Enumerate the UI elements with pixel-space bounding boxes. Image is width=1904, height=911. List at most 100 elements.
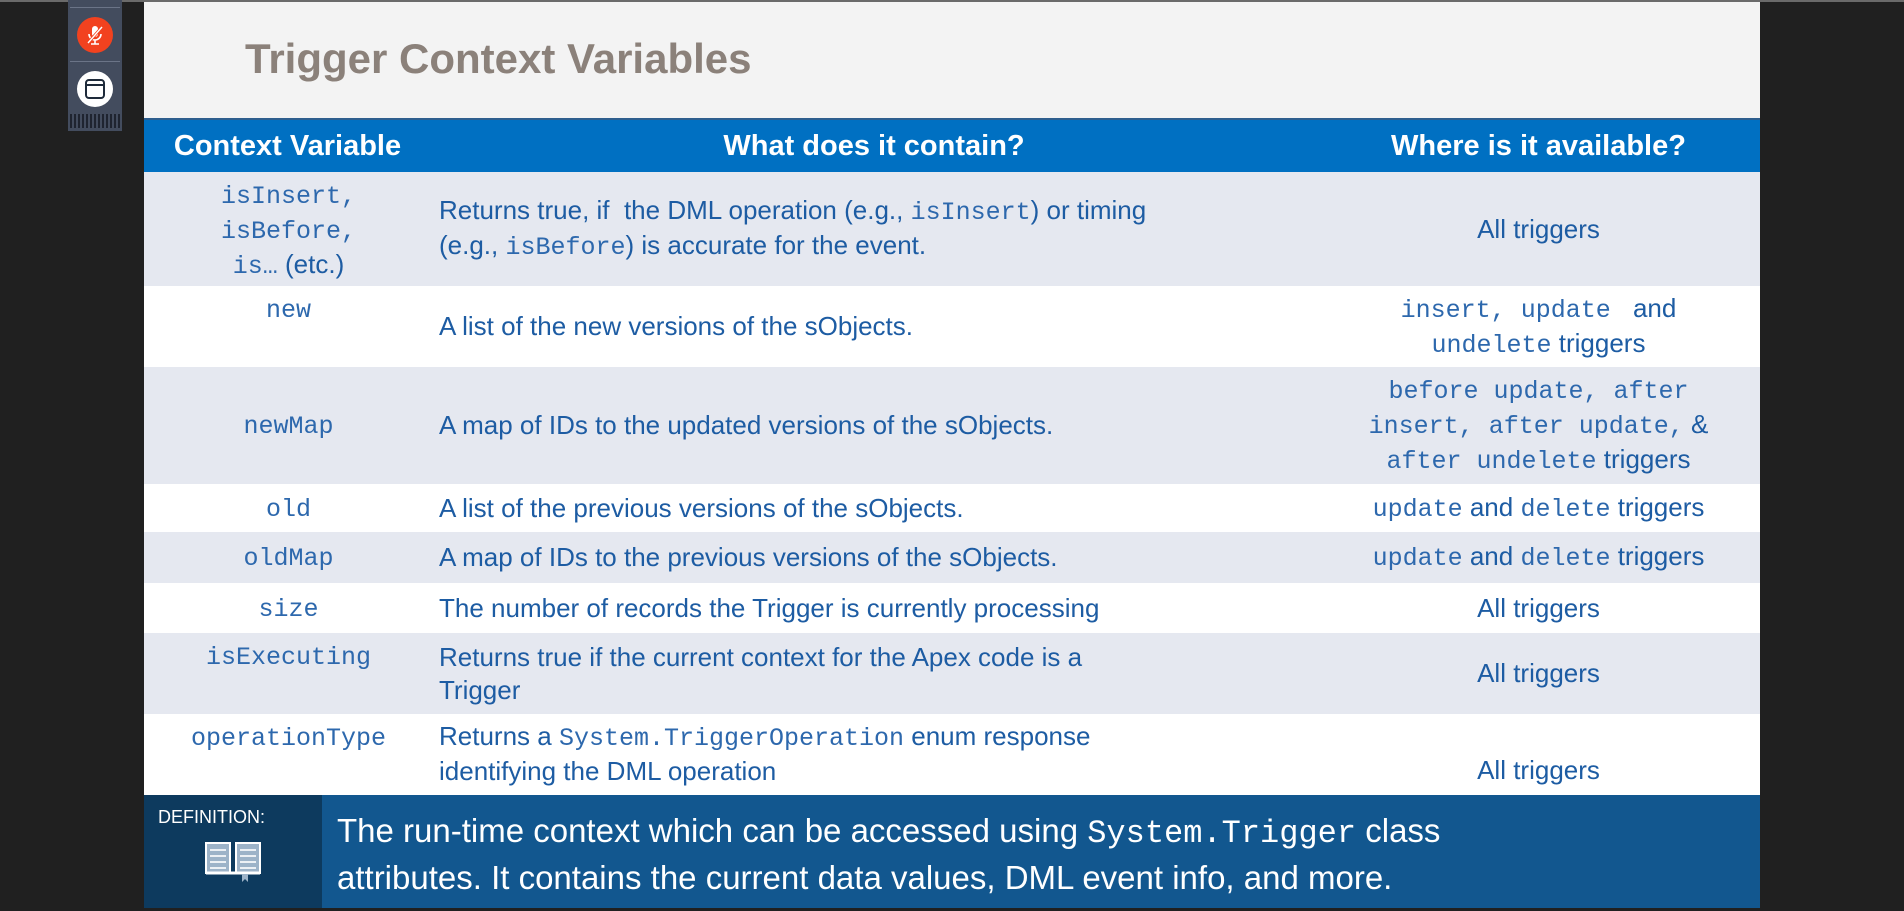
code-text: operationType xyxy=(190,724,387,753)
code-text: newMap xyxy=(243,412,334,441)
cell-text: (etc.) xyxy=(277,249,345,279)
cell-text: identifying the DML operation xyxy=(439,756,777,786)
slide-title: Trigger Context Variables xyxy=(245,35,752,82)
code-text: update xyxy=(1372,544,1463,573)
cell-line: Returns true if the current context for … xyxy=(439,641,1319,674)
cell-text: and xyxy=(1462,491,1521,522)
description-cell: A list of the previous versions of the s… xyxy=(439,484,1319,532)
mute-button[interactable] xyxy=(77,17,113,53)
cell-line: Trigger xyxy=(439,674,1319,707)
definition-label-panel: DEFINITION: xyxy=(144,795,322,908)
table-row: old A list of the previous versions of th… xyxy=(144,484,1760,532)
cell-line: A map of IDs to the previous versions of… xyxy=(439,541,1319,574)
code-text: old xyxy=(265,494,311,524)
code-text: delete xyxy=(1520,494,1611,524)
cell-text: The number of records the Trigger is cur… xyxy=(439,592,1100,623)
definition-bar: DEFINITION: The run-time context which c… xyxy=(144,795,1760,908)
code-text: delete xyxy=(1520,544,1611,573)
cell-text: ) or timing xyxy=(1030,195,1147,225)
cell-text: and xyxy=(1462,541,1521,571)
code-text: System.TriggerOperation xyxy=(558,724,905,753)
cell-line: isInsert, xyxy=(146,178,431,213)
definition-text-part: The run-time context which can be access… xyxy=(337,812,1088,849)
cell-text: and xyxy=(1625,292,1677,323)
availability-cell: All triggers xyxy=(1317,583,1760,633)
code-text: isBefore, xyxy=(220,217,357,246)
description-cell: Returns a System.TriggerOperation enum r… xyxy=(439,714,1319,793)
cell-text: triggers xyxy=(1610,541,1705,571)
cell-text: All triggers xyxy=(1477,592,1600,623)
definition-code: System.Trigger xyxy=(1087,815,1357,852)
definition-text-part: class xyxy=(1356,812,1441,849)
header-what-does-it-contain: What does it contain? xyxy=(723,130,1025,162)
context-variable-cell: isInsert, isBefore, is… (etc.) xyxy=(146,172,431,286)
cell-line: size xyxy=(146,591,431,626)
cell-line: identifying the DML operation xyxy=(439,755,1319,788)
context-variable-cell: newMap xyxy=(146,367,431,484)
code-text: size xyxy=(258,594,319,624)
code-text: before update, after xyxy=(1388,377,1689,406)
header-where-available: Where is it available? xyxy=(1391,130,1686,162)
slide: Trigger Context Variables Context Variab… xyxy=(144,2,1760,908)
context-variable-cell: size xyxy=(146,583,431,633)
cell-line: update and delete triggers xyxy=(1317,491,1760,526)
cell-text: All triggers xyxy=(1477,213,1600,244)
definition-label: DEFINITION: xyxy=(158,807,265,827)
code-text: after undelete xyxy=(1386,447,1597,476)
code-text: is… xyxy=(232,252,278,281)
cell-line: before update, after xyxy=(1317,373,1760,408)
context-variable-cell: new xyxy=(146,286,431,367)
availability-cell: insert, update and undelete triggers xyxy=(1317,286,1760,367)
cell-text: triggers xyxy=(1551,327,1646,358)
context-variable-cell: isExecuting xyxy=(146,633,431,714)
cell-text: triggers xyxy=(1610,491,1705,522)
description-cell: Returns true if the current context for … xyxy=(439,633,1319,714)
context-variable-cell: old xyxy=(146,484,431,532)
cell-line: Returns true, if the DML operation (e.g.… xyxy=(439,194,1319,229)
cell-text: All triggers xyxy=(1477,658,1600,688)
cell-line: All triggers xyxy=(1317,213,1760,246)
availability-cell: All triggers xyxy=(1317,633,1760,714)
window-button[interactable] xyxy=(77,71,113,107)
cell-text: Returns a xyxy=(439,721,559,751)
code-text: isBefore xyxy=(505,233,626,262)
toolbar-divider xyxy=(70,7,120,8)
cell-line: insert, after update, & xyxy=(1317,408,1760,443)
table-row: isInsert, isBefore, is… (etc.) Returns true… xyxy=(144,172,1760,286)
table-header: Context Variable What does it contain? W… xyxy=(144,118,1760,174)
cell-text: A map of IDs to the updated versions of … xyxy=(439,410,1054,440)
cell-line: after undelete triggers xyxy=(1317,443,1760,478)
table-row: newMap A map of IDs to the updated versio… xyxy=(144,367,1760,484)
cell-line: All triggers xyxy=(1317,754,1760,787)
cell-line: All triggers xyxy=(1317,592,1760,625)
cell-line: insert, update and xyxy=(1317,292,1760,327)
cell-line: The number of records the Trigger is cur… xyxy=(439,592,1319,625)
code-text: oldMap xyxy=(243,544,334,573)
code-text: insert, after update, xyxy=(1368,412,1684,441)
cell-text: triggers xyxy=(1596,444,1691,474)
cell-text: ) is accurate for the event. xyxy=(625,230,927,260)
cell-line: newMap xyxy=(146,408,431,443)
availability-cell: update and delete triggers xyxy=(1317,532,1760,583)
cell-line: A list of the previous versions of the s… xyxy=(439,492,1319,525)
cell-text: (e.g., xyxy=(439,230,506,260)
code-text: isInsert, xyxy=(220,182,357,211)
cell-line: operationType xyxy=(146,720,431,755)
availability-cell: before update, after insert, after update… xyxy=(1317,367,1760,484)
description-cell: Returns true, if the DML operation (e.g.… xyxy=(439,172,1319,286)
cell-line: new xyxy=(146,292,431,327)
description-cell: A map of IDs to the updated versions of … xyxy=(439,367,1319,484)
code-text: isExecuting xyxy=(205,643,372,672)
toolbar-drag-handle[interactable] xyxy=(70,114,120,128)
cell-line: old xyxy=(146,491,431,526)
context-variable-cell: operationType xyxy=(146,714,431,793)
code-text: undelete xyxy=(1431,330,1552,360)
availability-cell: update and delete triggers xyxy=(1317,484,1760,532)
description-cell: A map of IDs to the previous versions of… xyxy=(439,532,1319,583)
cell-line: (e.g., isBefore) is accurate for the eve… xyxy=(439,229,1319,264)
definition-text: The run-time context which can be access… xyxy=(337,809,1440,900)
cell-line: Returns a System.TriggerOperation enum r… xyxy=(439,720,1319,755)
table-row: size The number of records the Trigger is… xyxy=(144,583,1760,633)
cell-text: Trigger xyxy=(439,674,521,705)
availability-cell: All triggers xyxy=(1317,714,1760,793)
